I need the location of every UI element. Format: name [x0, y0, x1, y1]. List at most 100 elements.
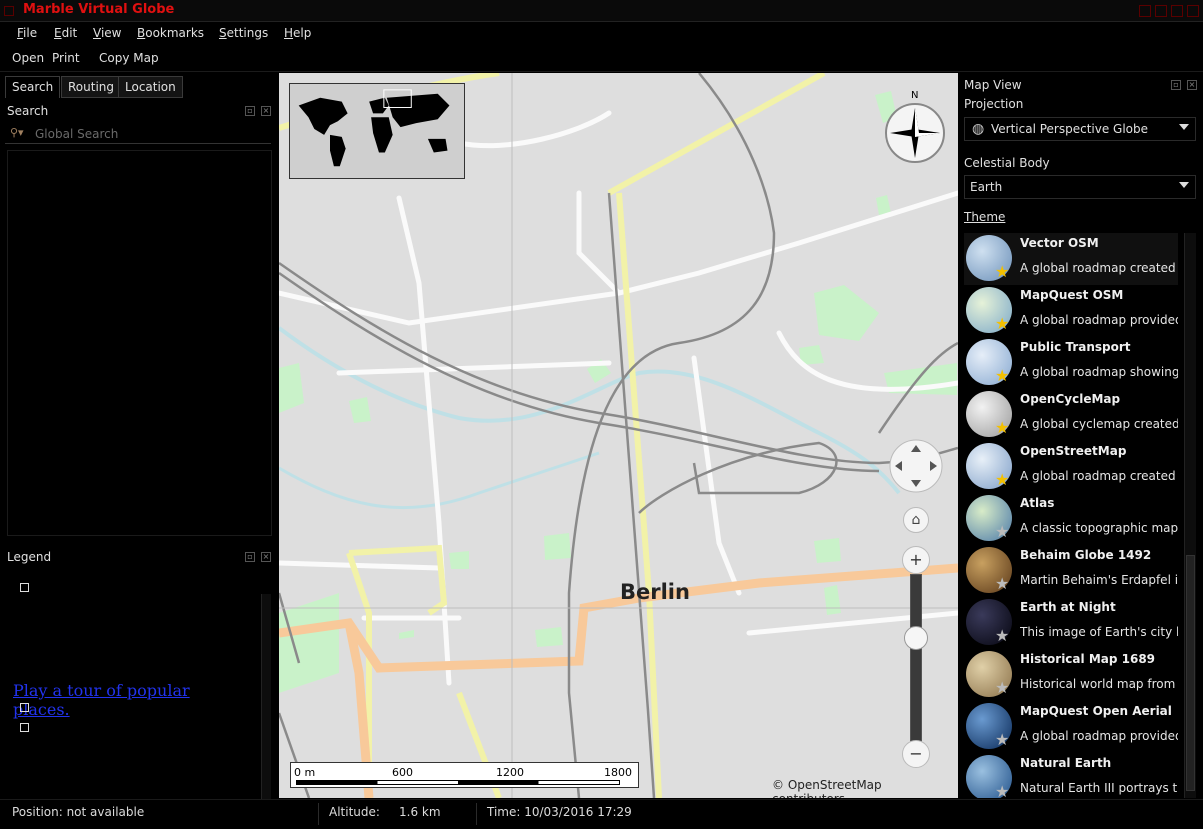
search-input[interactable]: ⚲▾ Global Search — [5, 124, 271, 144]
favorite-star-icon[interactable]: ★ — [995, 418, 1009, 437]
tab-routing[interactable]: Routing — [61, 76, 122, 98]
menu-bookmarks[interactable]: Bookmarks — [137, 26, 204, 40]
theme-item[interactable]: ★ OpenCycleMap A global cyclemap created b… — [964, 389, 1178, 441]
close-icon[interactable] — [1187, 5, 1199, 17]
favorite-star-icon[interactable]: ★ — [995, 470, 1009, 489]
favorite-star-icon[interactable]: ★ — [995, 626, 1009, 645]
binoculars-icon[interactable]: ⚲▾ — [10, 126, 24, 139]
zoom-control: + − — [902, 546, 930, 768]
float-panel-icon[interactable]: ▫ — [245, 552, 255, 562]
theme-label: Theme — [964, 210, 1006, 224]
tab-location[interactable]: Location — [118, 76, 183, 98]
theme-item[interactable]: ★ Earth at Night This image of Earth's cit… — [964, 597, 1178, 649]
map-tiles — [279, 73, 958, 798]
float-panel-icon[interactable]: ▫ — [245, 106, 255, 116]
menu-edit[interactable]: Edit — [54, 26, 77, 40]
altitude-label: Altitude: — [329, 805, 380, 819]
map-attribution: © OpenStreetMap contributors — [772, 778, 882, 798]
print-button[interactable]: Print — [52, 51, 80, 65]
theme-name: Vector OSM — [1020, 236, 1099, 250]
menu-file[interactable]: File — [17, 26, 37, 40]
position-status: Position: not available — [12, 805, 145, 819]
open-button[interactable]: Open — [12, 51, 44, 65]
zoom-in-button[interactable]: + — [902, 546, 930, 574]
close-panel-icon[interactable]: × — [261, 552, 271, 562]
favorite-star-icon[interactable]: ★ — [995, 678, 1009, 697]
theme-description: Martin Behaim's Erdapfel is the oldest e… — [1020, 573, 1178, 587]
scale-label: 600 — [392, 766, 413, 779]
theme-description: A global cyclemap created by the OpenStr… — [1020, 417, 1178, 431]
window-title: Marble Virtual Globe — [23, 2, 175, 17]
theme-item[interactable]: ★ MapQuest OSM A global roadmap provided b… — [964, 285, 1178, 337]
theme-item[interactable]: ★ OpenStreetMap A global roadmap created b… — [964, 441, 1178, 493]
float-panel-icon[interactable]: ▫ — [1171, 80, 1181, 90]
compass-rose[interactable]: N — [884, 90, 946, 165]
pan-control[interactable] — [889, 439, 943, 493]
theme-name: OpenCycleMap — [1020, 392, 1121, 406]
minimize-icon[interactable] — [1139, 5, 1151, 17]
theme-description: A global roadmap provided by MapQuest an… — [1020, 729, 1178, 743]
favorite-star-icon[interactable]: ★ — [995, 782, 1009, 798]
theme-description: A global roadmap created by the OpenStre… — [1020, 261, 1178, 275]
close-panel-icon[interactable]: × — [261, 106, 271, 116]
zoom-slider-handle[interactable] — [904, 625, 928, 650]
theme-item[interactable]: ★ MapQuest Open Aerial A global roadmap pr… — [964, 701, 1178, 753]
search-results-list[interactable] — [7, 150, 272, 536]
legend-checkbox[interactable] — [20, 583, 29, 592]
window-menu-icon[interactable] — [4, 6, 14, 16]
theme-item[interactable]: ★ Behaim Globe 1492 Martin Behaim's Erdapf… — [964, 545, 1178, 597]
status-bar: Position: not available Altitude: 1.6 km… — [0, 799, 1203, 829]
favorite-star-icon[interactable]: ★ — [995, 366, 1009, 385]
theme-name: Public Transport — [1020, 340, 1131, 354]
chevron-down-icon — [1179, 182, 1189, 188]
maximize-icon[interactable] — [1155, 5, 1167, 17]
legend-checkbox[interactable] — [20, 723, 29, 732]
theme-description: Historical world map from the year 1689 … — [1020, 677, 1178, 691]
theme-name: MapQuest Open Aerial — [1020, 704, 1172, 718]
favorite-star-icon[interactable]: ★ — [995, 574, 1009, 593]
legend-content: Play a tour of popular places. — [5, 570, 273, 818]
search-panel-title: Search — [7, 104, 49, 118]
close-panel-icon[interactable]: × — [1187, 80, 1197, 90]
theme-name: OpenStreetMap — [1020, 444, 1127, 458]
favorite-star-icon[interactable]: ★ — [995, 314, 1009, 333]
tab-search[interactable]: Search — [5, 76, 61, 98]
theme-name: Historical Map 1689 — [1020, 652, 1156, 666]
theme-item[interactable]: ★ Public Transport A global roadmap showin… — [964, 337, 1178, 389]
scrollbar-thumb[interactable] — [1186, 555, 1195, 791]
theme-list[interactable]: ★ Vector OSM A global roadmap created by t… — [964, 233, 1178, 798]
tour-link[interactable]: Play a tour of popular places. — [13, 681, 233, 719]
favorite-star-icon[interactable]: ★ — [995, 522, 1009, 541]
favorite-star-icon[interactable]: ★ — [995, 262, 1009, 281]
theme-description: A global roadmap created by the OpenStre… — [1020, 469, 1178, 483]
city-label: Berlin — [620, 580, 690, 604]
theme-name: MapQuest OSM — [1020, 288, 1124, 302]
zoom-out-button[interactable]: − — [902, 740, 930, 768]
menu-help[interactable]: Help — [284, 26, 311, 40]
copy-map-button[interactable]: Copy Map — [99, 51, 159, 65]
home-button[interactable]: ⌂ — [903, 507, 929, 533]
scale-label: 0 m — [294, 766, 316, 779]
map-canvas[interactable]: N ⌂ + − Berlin 0 m 600 1200 1800 © OpenS… — [279, 73, 958, 798]
theme-scrollbar[interactable] — [1184, 233, 1196, 798]
celestial-body-value: Earth — [970, 180, 1003, 194]
favorite-star-icon[interactable]: ★ — [995, 730, 1009, 749]
theme-item[interactable]: ★ Atlas A classic topographic map. — [964, 493, 1178, 545]
restore-icon[interactable] — [1171, 5, 1183, 17]
legend-scrollbar[interactable] — [261, 594, 271, 818]
menu-view[interactable]: View — [93, 26, 121, 40]
legend-checkbox[interactable] — [20, 703, 29, 712]
map-view-title: Map View — [964, 78, 1022, 92]
globe-icon: ◍ — [972, 121, 985, 137]
compass-icon — [885, 103, 945, 163]
projection-select[interactable]: ◍ Vertical Perspective Globe — [964, 117, 1196, 141]
theme-description: This image of Earth's city lights was cr… — [1020, 625, 1178, 639]
theme-item[interactable]: ★ Historical Map 1689 Historical world map… — [964, 649, 1178, 701]
overview-map[interactable] — [289, 83, 465, 179]
theme-item[interactable]: ★ Natural Earth Natural Earth III portrays… — [964, 753, 1178, 798]
celestial-body-select[interactable]: Earth — [964, 175, 1196, 199]
menu-settings[interactable]: Settings — [219, 26, 268, 40]
zoom-slider[interactable] — [910, 574, 922, 742]
main-toolbar: Open Print Copy Map — [0, 46, 1203, 72]
theme-item[interactable]: ★ Vector OSM A global roadmap created by t… — [964, 233, 1178, 285]
